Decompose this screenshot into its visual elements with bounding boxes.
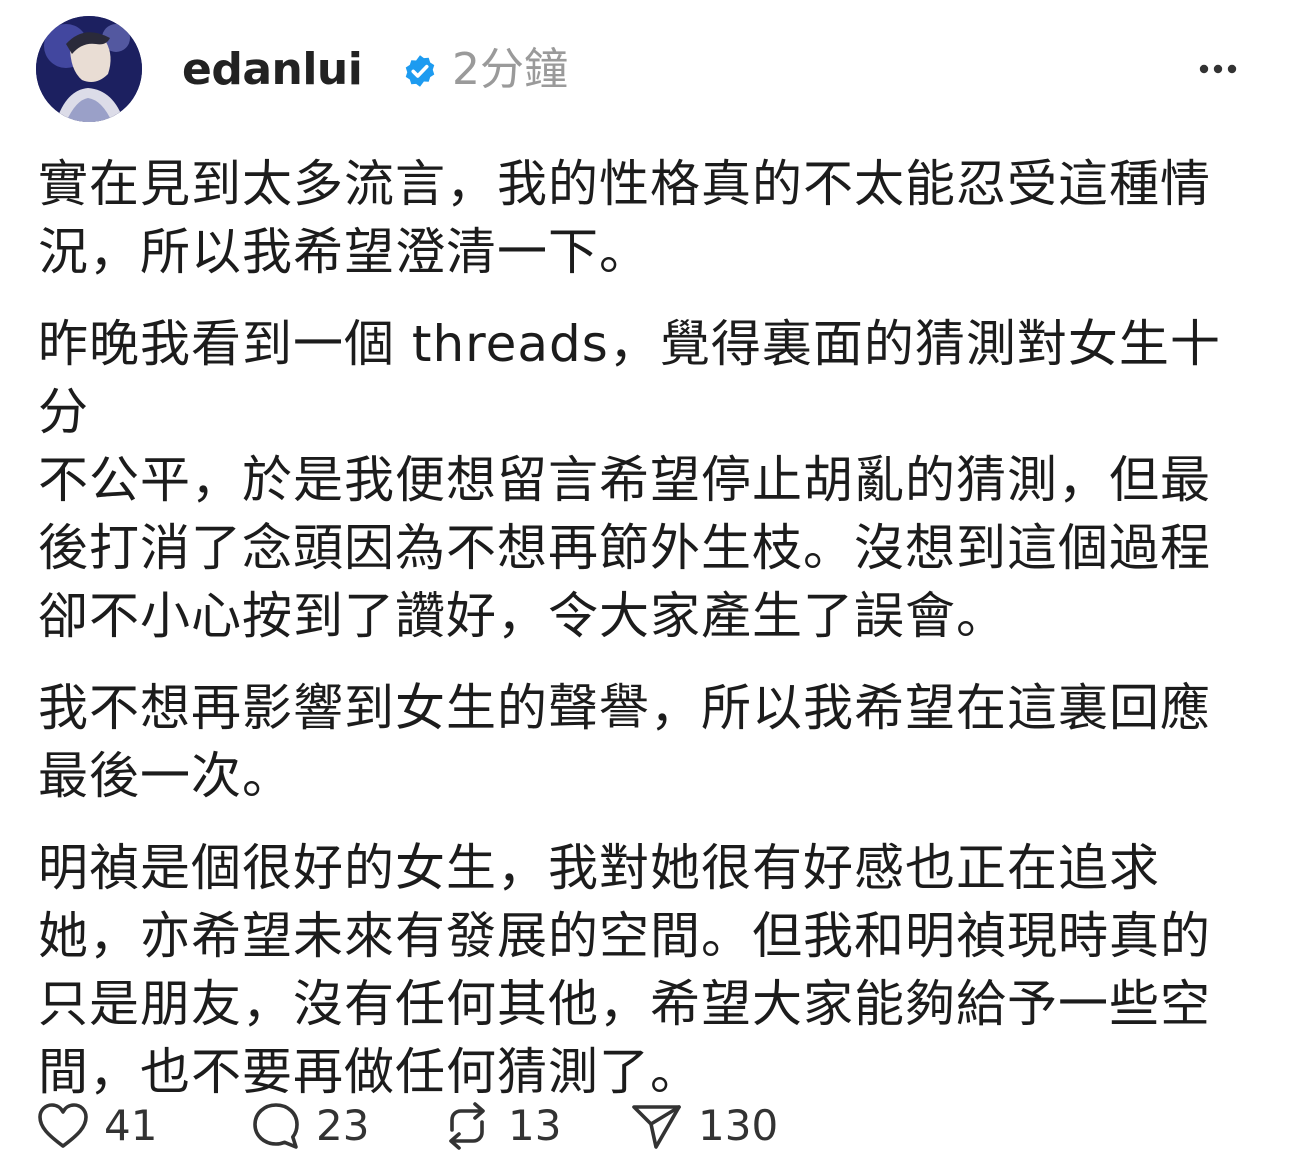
comment-button[interactable]: 23 — [250, 1096, 369, 1156]
thread-post: edanlui 2分鐘 實在見到太多流言，我的性格真的不太能忍受這種情 況，所以… — [0, 0, 1290, 1158]
post-paragraph: 昨晚我看到一個 threads，覺得裏面的猜測對女生十分 不公平，於是我便想留言… — [38, 315, 1221, 645]
repost-count: 13 — [508, 1101, 562, 1150]
repost-button[interactable]: 13 — [440, 1096, 561, 1156]
post-paragraph: 明禎是個很好的女生，我對她很有好感也正在追求 她，亦希望未來有發展的空間。但我和… — [38, 839, 1211, 1101]
share-count: 130 — [698, 1101, 779, 1150]
send-icon — [632, 1105, 681, 1149]
more-horizontal-icon[interactable] — [1196, 54, 1240, 84]
username[interactable]: edanlui — [182, 40, 363, 100]
post-timestamp: 2分鐘 — [452, 44, 568, 95]
avatar[interactable] — [36, 16, 142, 122]
speech-bubble-icon — [253, 1103, 299, 1149]
post-body: 實在見到太多流言，我的性格真的不太能忍受這種情 況，所以我希望澄清一下。 昨晚我… — [38, 150, 1258, 1130]
post-paragraph: 實在見到太多流言，我的性格真的不太能忍受這種情 況，所以我希望澄清一下。 — [38, 155, 1211, 281]
post-actions: 41 23 13 130 — [36, 1096, 1254, 1156]
like-count: 41 — [104, 1101, 158, 1150]
repost-icon — [449, 1102, 485, 1150]
verified-badge-icon — [405, 55, 435, 87]
post-header: edanlui 2分鐘 — [36, 14, 1254, 124]
post-paragraph: 我不想再影響到女生的聲譽，所以我希望在這裏回應 最後一次。 — [38, 679, 1211, 805]
share-button[interactable]: 130 — [630, 1096, 778, 1156]
comment-count: 23 — [316, 1101, 370, 1150]
like-button[interactable]: 41 — [36, 1096, 157, 1156]
avatar-photo — [36, 16, 142, 122]
heart-icon — [38, 1103, 88, 1148]
